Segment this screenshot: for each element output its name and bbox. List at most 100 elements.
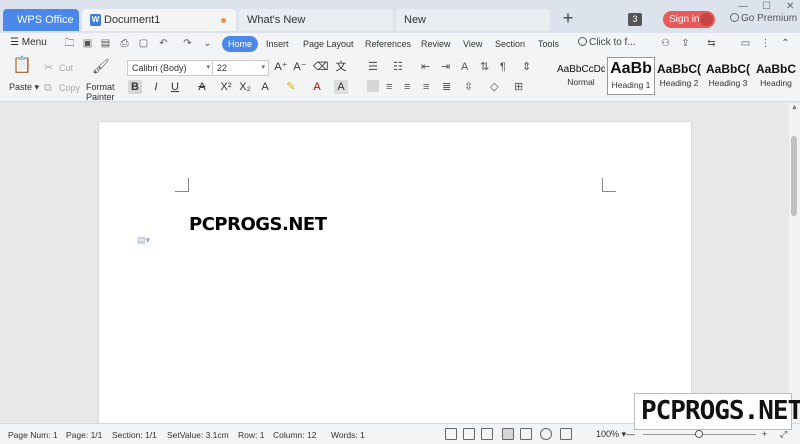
style-heading-3[interactable]: AaBbC(Heading 3 <box>704 57 752 95</box>
status-section[interactable]: Section: 1/1 <box>112 430 157 440</box>
align-right-icon[interactable]: ≡ <box>404 80 410 94</box>
tab-wps-office[interactable]: WPS Office <box>3 9 79 31</box>
highlight-icon[interactable]: ✎ <box>284 80 298 94</box>
style-heading-1[interactable]: AaBb Heading 1 <box>607 57 655 95</box>
text-effect-icon[interactable]: A <box>258 80 272 94</box>
grow-font-icon[interactable]: A⁺ <box>274 60 288 74</box>
tab-view[interactable]: View <box>463 36 482 52</box>
main-menu-button[interactable]: ☰ Menu <box>10 37 47 48</box>
tab-tools[interactable]: Tools <box>538 36 559 52</box>
scrollbar-thumb[interactable] <box>791 136 797 216</box>
save-icon[interactable]: ▣ <box>82 38 93 49</box>
customize-chevron-icon[interactable]: ⌄ <box>202 38 213 49</box>
tab-section[interactable]: Section <box>495 36 525 52</box>
align-center-icon[interactable]: ≡ <box>386 80 392 94</box>
char-shading-icon[interactable]: A <box>334 80 348 94</box>
status-column[interactable]: Column: 12 <box>273 430 316 440</box>
font-name-select[interactable]: Calibri (Body) ▾ <box>127 60 214 76</box>
distributed-icon[interactable]: ≣ <box>442 80 451 94</box>
increase-indent-icon[interactable]: ⇥ <box>441 60 450 74</box>
undo-icon[interactable]: ↶ <box>158 38 169 49</box>
strikethrough-button[interactable]: A <box>195 80 209 94</box>
share-icon[interactable]: ⇪ <box>680 38 691 49</box>
font-color-icon[interactable]: A <box>310 80 324 94</box>
go-premium-button[interactable]: Go Premium <box>730 13 797 24</box>
share-user-icon[interactable]: ⚇ <box>660 38 671 49</box>
tab-home[interactable]: Home <box>222 36 259 52</box>
bold-button[interactable]: B <box>128 80 142 94</box>
status-row[interactable]: Row: 1 <box>238 430 264 440</box>
command-search[interactable]: Click to f... <box>578 37 636 48</box>
format-painter-icon[interactable]: 🖌 <box>92 59 110 73</box>
numbering-icon[interactable]: ☷ <box>393 60 403 74</box>
bullets-icon[interactable]: ☰ <box>368 60 378 74</box>
minimize-icon[interactable]: — <box>738 1 748 12</box>
zoom-in-icon[interactable]: + <box>762 429 767 439</box>
superscript-button[interactable]: X² <box>219 80 233 94</box>
status-page[interactable]: Page: 1/1 <box>66 430 102 440</box>
save-as-icon[interactable]: ▤ <box>100 38 111 49</box>
style-heading-2[interactable]: AaBbC(Heading 2 <box>655 57 703 95</box>
paragraph-handle-icon[interactable]: ▤▾ <box>137 235 150 245</box>
web-layout-icon[interactable] <box>540 428 552 440</box>
status-page-num[interactable]: Page Num: 1 <box>8 430 58 440</box>
maximize-icon[interactable]: ☐ <box>762 1 771 12</box>
show-marks-icon[interactable]: ¶ <box>500 60 506 74</box>
new-tab-plus-icon[interactable]: + <box>560 8 576 28</box>
line-spacing-icon[interactable]: ⇕ <box>522 60 531 74</box>
decrease-indent-icon[interactable]: ⇤ <box>421 60 430 74</box>
more-icon[interactable]: ⋮ <box>760 38 771 49</box>
align-left-icon[interactable] <box>367 80 379 92</box>
fit-window-icon[interactable]: ⤢ <box>780 429 787 440</box>
zoom-slider[interactable] <box>643 430 756 438</box>
redo-icon[interactable]: ↷ <box>182 38 193 49</box>
justify-icon[interactable]: ≡ <box>423 80 429 94</box>
tab-new[interactable]: New <box>396 9 550 31</box>
sort-icon[interactable]: ⇅ <box>480 60 489 74</box>
paste-button[interactable]: Paste ▾ <box>9 82 39 93</box>
focus-mode-icon[interactable] <box>445 428 457 440</box>
sync-icon[interactable]: ⇆ <box>706 38 717 49</box>
open-folder-icon[interactable]: 🗀 <box>64 38 75 49</box>
outline-view-icon[interactable] <box>520 428 532 440</box>
style-normal[interactable]: AaBbCcDd Normal <box>557 57 605 95</box>
style-heading-4[interactable]: AaBbC Heading <box>752 57 797 95</box>
document-page[interactable]: ▤▾ PCPROGS.NET <box>99 122 691 423</box>
tab-document1[interactable]: W Document1 <box>82 9 236 31</box>
paste-icon[interactable]: 📋 <box>12 58 32 74</box>
shading-icon[interactable]: ◇ <box>490 80 498 94</box>
read-mode-icon[interactable] <box>481 428 493 440</box>
vertical-scrollbar[interactable]: ▲ <box>789 103 800 423</box>
window-count-badge[interactable]: 3 <box>628 13 642 26</box>
document-text[interactable]: PCPROGS.NET <box>189 214 327 235</box>
page-view-icon[interactable] <box>502 428 514 440</box>
format-painter-label-2[interactable]: Painter <box>86 92 115 102</box>
collapse-ribbon-icon[interactable]: ⌃ <box>780 38 791 49</box>
eye-protection-icon[interactable] <box>560 428 572 440</box>
font-size-select[interactable]: 22 ▾ <box>212 60 269 76</box>
shrink-font-icon[interactable]: A⁻ <box>293 60 307 74</box>
zoom-out-icon[interactable]: — <box>626 429 635 439</box>
tab-references[interactable]: References <box>365 36 411 52</box>
sign-in-button[interactable]: Sign in <box>663 11 715 28</box>
subscript-button[interactable]: X₂ <box>238 80 252 94</box>
tab-whats-new[interactable]: What's New <box>239 9 393 31</box>
status-setvalue[interactable]: SetValue: 3.1cm <box>167 430 229 440</box>
close-icon[interactable]: ✕ <box>786 1 794 12</box>
paragraph-spacing-icon[interactable]: ⇳ <box>464 80 473 94</box>
tab-page-layout[interactable]: Page Layout <box>303 36 354 52</box>
print-preview-icon[interactable]: ▢ <box>138 38 149 49</box>
comment-icon[interactable]: ▭ <box>740 38 751 49</box>
zoom-slider-knob[interactable] <box>695 430 703 438</box>
status-words[interactable]: Words: 1 <box>331 430 365 440</box>
chinese-layout-icon[interactable]: A <box>461 60 468 74</box>
tab-insert[interactable]: Insert <box>266 36 289 52</box>
zoom-level[interactable]: 100% ▾ <box>596 429 626 440</box>
tab-review[interactable]: Review <box>421 36 451 52</box>
print-icon[interactable]: ⎙ <box>119 38 130 49</box>
borders-icon[interactable]: ⊞ <box>514 80 523 94</box>
format-painter-label-1[interactable]: Format <box>86 82 115 92</box>
italic-button[interactable]: I <box>149 80 163 94</box>
clear-format-icon[interactable]: ⌫ <box>313 60 329 74</box>
fullscreen-icon[interactable] <box>463 428 475 440</box>
